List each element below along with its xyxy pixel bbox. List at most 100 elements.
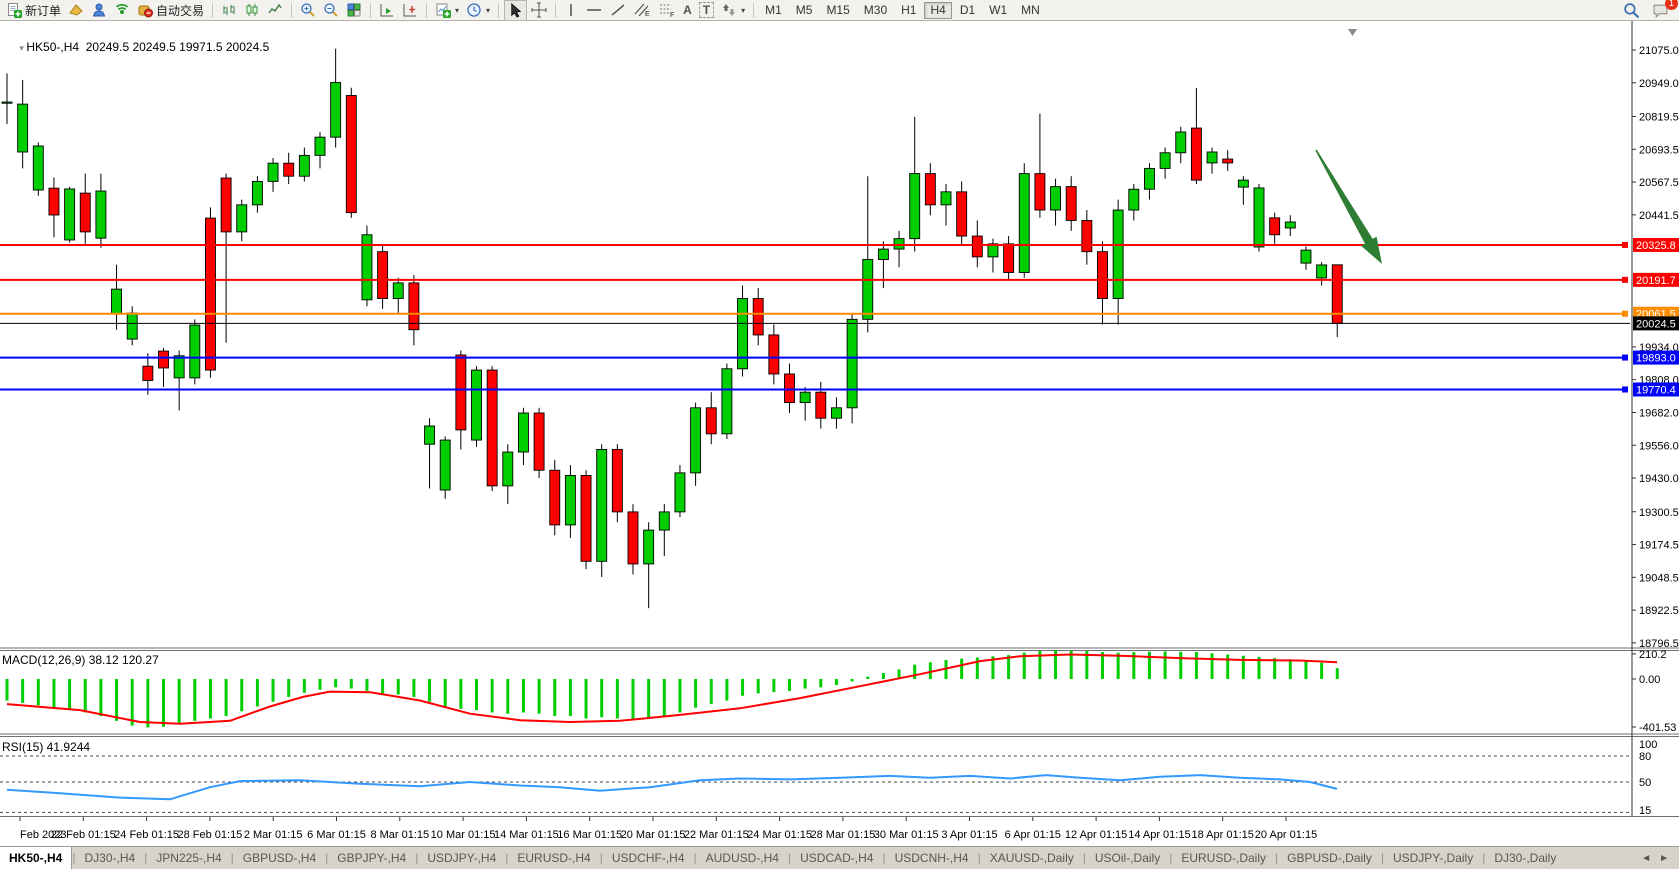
timeframe-button-m30[interactable]: M30: [858, 2, 893, 19]
notifications-button[interactable]: 1: [1649, 1, 1672, 20]
channel-icon: E: [633, 2, 651, 18]
chart-canvas[interactable]: 21075.020949.020819.520693.520567.520441…: [0, 21, 1679, 846]
symbol-tab[interactable]: USDCHF-,H4: [603, 847, 694, 869]
line-handle[interactable]: [1622, 311, 1628, 317]
favorites-button[interactable]: [65, 1, 87, 20]
symbol-tab[interactable]: DJ30-,H4: [75, 847, 144, 869]
candle-body: [878, 249, 888, 259]
symbol-tab[interactable]: USDCAD-,H4: [791, 847, 882, 869]
bar-chart-button[interactable]: [218, 1, 240, 20]
candle-body: [159, 351, 169, 368]
candle-body: [675, 473, 685, 512]
trendline-button[interactable]: [607, 1, 629, 20]
symbol-tab[interactable]: USOil-,Daily: [1086, 847, 1169, 869]
candle-body: [1082, 220, 1092, 251]
candle-body: [800, 392, 810, 402]
search-icon: [1623, 2, 1640, 19]
symbol-tab[interactable]: AUDUSD-,H4: [697, 847, 788, 869]
auto-scroll-button[interactable]: [376, 1, 398, 20]
rsi-tick-label: 100: [1639, 739, 1657, 751]
line-handle[interactable]: [1622, 277, 1628, 283]
line-chart-button[interactable]: [264, 1, 286, 20]
signals-icon: [114, 2, 130, 18]
price-tick-label: 20819.5: [1639, 111, 1679, 123]
timeframe-button-m1[interactable]: M1: [759, 2, 788, 19]
symbol-tab[interactable]: GBPUSD-,H4: [234, 847, 325, 869]
candle-body: [534, 413, 544, 470]
timeframe-button-h1[interactable]: H1: [895, 2, 922, 19]
timeframe-button-w1[interactable]: W1: [983, 2, 1013, 19]
tabs-scroll-right-icon[interactable]: ►: [1659, 853, 1669, 864]
time-axis-label: 18 Apr 01:15: [1192, 829, 1254, 841]
symbol-tab[interactable]: GBPUSD-,Daily: [1278, 847, 1381, 869]
fibonacci-button[interactable]: F: [655, 1, 679, 20]
candle-body: [284, 163, 294, 176]
timeframe-button-d1[interactable]: D1: [954, 2, 981, 19]
symbol-tab[interactable]: USDCNH-,H4: [886, 847, 978, 869]
macd-tick-label: -401.53: [1639, 722, 1676, 734]
cursor-button[interactable]: [504, 0, 527, 21]
text-label-button[interactable]: T: [696, 1, 717, 20]
line-chart-icon: [267, 2, 283, 18]
candlestick-chart-button[interactable]: [241, 1, 263, 20]
symbol-tab[interactable]: GBPJPY-,H4: [328, 847, 415, 869]
timeframe-button-m15[interactable]: M15: [820, 2, 855, 19]
tile-windows-button[interactable]: [343, 1, 365, 20]
text-tool-button[interactable]: A: [680, 1, 695, 20]
candle-body: [221, 178, 231, 232]
line-handle[interactable]: [1622, 386, 1628, 392]
candle-body: [863, 259, 873, 319]
crosshair-button[interactable]: [528, 1, 550, 20]
candle-body: [1191, 128, 1201, 180]
symbol-tab[interactable]: EURUSD-,Daily: [1172, 847, 1275, 869]
candle-body: [894, 239, 904, 249]
candle-body: [190, 325, 200, 378]
timeframe-button-m5[interactable]: M5: [790, 2, 819, 19]
arrows-tool-button[interactable]: ▾: [718, 1, 748, 20]
indicators-button[interactable]: ▾: [432, 1, 462, 20]
symbol-tab[interactable]: JPN225-,H4: [147, 847, 230, 869]
symbol-tab[interactable]: USDJPY-,H4: [418, 847, 505, 869]
zoom-out-button[interactable]: [320, 1, 342, 20]
candle-body: [941, 192, 951, 205]
symbol-tab[interactable]: USDJPY-,Daily: [1384, 847, 1482, 869]
symbol-tab[interactable]: EURUSD-,H4: [508, 847, 599, 869]
price-tick-label: 20949.0: [1639, 78, 1679, 90]
price-tick-label: 20441.5: [1639, 210, 1679, 222]
symbol-tab[interactable]: XAUUSD-,Daily: [981, 847, 1083, 869]
candle-body: [831, 408, 841, 418]
tabs-scroll-left-icon[interactable]: ◄: [1641, 853, 1651, 864]
chart-shift-button[interactable]: [399, 1, 421, 20]
horizontal-line-button[interactable]: [582, 1, 606, 20]
clock-icon: [466, 2, 482, 18]
line-handle[interactable]: [1622, 242, 1628, 248]
symbol-tab[interactable]: HK50-,H4: [0, 847, 72, 869]
signals-button[interactable]: [111, 1, 133, 20]
periods-button[interactable]: ▾: [463, 1, 493, 20]
price-tick-label: 19300.5: [1639, 507, 1679, 519]
time-axis-label: 20 Apr 01:15: [1255, 829, 1317, 841]
search-button[interactable]: [1620, 1, 1643, 20]
bar-chart-icon: [221, 2, 237, 18]
community-button[interactable]: [88, 1, 110, 20]
time-axis-label: 20 Mar 01:15: [621, 829, 686, 841]
chart-background: [0, 21, 1679, 846]
candle-body: [550, 470, 560, 525]
rsi-tick-label: 15: [1639, 805, 1651, 817]
toolbar-separator: [370, 3, 371, 18]
auto-trading-button[interactable]: 自动交易: [134, 1, 207, 20]
time-axis-label: 12 Apr 01:15: [1065, 829, 1127, 841]
zoom-in-button[interactable]: [297, 1, 319, 20]
ohlc-values: 20249.5 20249.5 19971.5 20024.5: [86, 40, 270, 54]
timeframe-button-h4[interactable]: H4: [924, 2, 951, 19]
new-order-button[interactable]: 新订单: [3, 1, 64, 20]
channel-button[interactable]: E: [630, 1, 654, 20]
svg-text:E: E: [645, 11, 650, 18]
vertical-line-button[interactable]: [561, 1, 581, 20]
crosshair-icon: [531, 2, 547, 18]
line-handle[interactable]: [1622, 355, 1628, 361]
candle-body: [472, 370, 482, 440]
candle-body: [910, 174, 920, 239]
timeframe-button-mn[interactable]: MN: [1015, 2, 1046, 19]
symbol-tab[interactable]: DJ30-,Daily: [1485, 847, 1565, 869]
